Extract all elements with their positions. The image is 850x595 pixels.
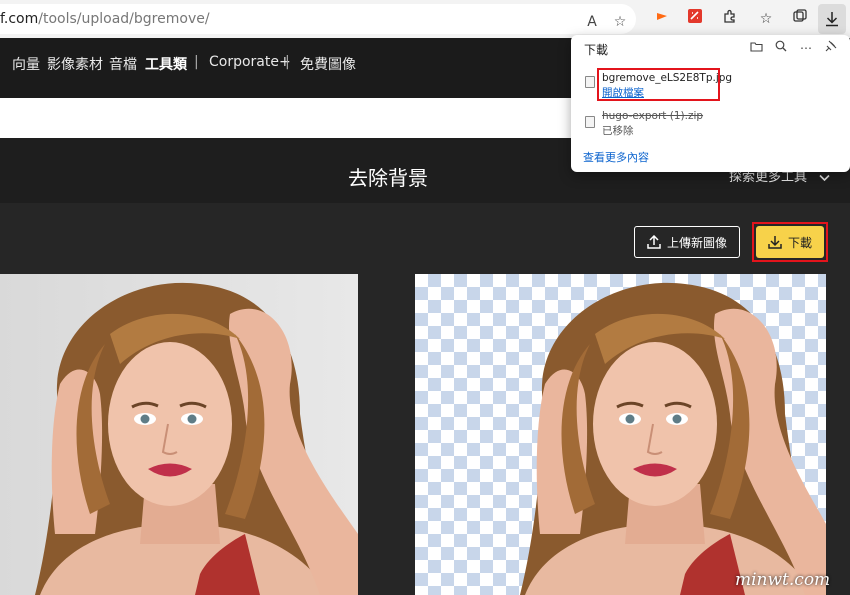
read-aloud-icon[interactable]: A (582, 12, 602, 32)
nav-free-images[interactable]: 免費圖像 (300, 54, 356, 74)
downloads-panel: 下載 ⋯ bgremove_eLS2E8Tp.jpg 開啟檔案 hugo-exp… (571, 35, 850, 172)
address-bar[interactable]: f.com/tools/upload/bgremove/ A ☆ (0, 4, 636, 34)
download-file-name[interactable]: hugo-export (1).zip (602, 110, 703, 122)
extensions-puzzle-icon[interactable] (719, 8, 741, 30)
file-icon (585, 76, 595, 88)
url-host: f.com (0, 11, 39, 27)
highlight-box (752, 222, 828, 262)
nav-audio[interactable]: 音檔 (109, 54, 137, 74)
upload-icon (647, 235, 661, 249)
nav-stock-images[interactable]: 影像素材 (47, 54, 103, 74)
more-options-icon[interactable]: ⋯ (796, 39, 816, 57)
browser-toolbar: f.com/tools/upload/bgremove/ A ☆ ☆ (0, 0, 850, 39)
original-image (0, 274, 358, 595)
downloads-panel-title: 下載 (584, 43, 609, 57)
portrait-original (0, 274, 358, 595)
nav-separator: | (285, 54, 290, 70)
extension-orange-icon[interactable] (651, 8, 673, 30)
nav-separator: | (194, 54, 199, 70)
collections-icon[interactable] (789, 8, 811, 30)
nav-tools[interactable]: 工具類 (145, 54, 187, 74)
downloads-button[interactable] (818, 4, 846, 34)
upload-label: 上傳新圖像 (666, 235, 727, 250)
chevron-down-icon (819, 174, 830, 181)
portrait-cutout (520, 282, 826, 595)
add-favorite-icon[interactable]: ☆ (610, 12, 630, 32)
favorites-icon[interactable]: ☆ (755, 8, 777, 30)
nav-vectors[interactable]: 向量 (12, 54, 40, 74)
url-text: f.com/tools/upload/bgremove/ (0, 11, 210, 27)
see-more-link[interactable]: 查看更多內容 (583, 149, 649, 165)
url-path: /tools/upload/bgremove/ (38, 11, 210, 27)
search-icon[interactable] (771, 39, 791, 57)
file-icon (585, 116, 595, 128)
extension-red-icon[interactable] (684, 8, 706, 30)
pin-icon[interactable] (821, 39, 841, 57)
upload-new-image-button[interactable]: 上傳新圖像 (634, 226, 740, 258)
open-folder-icon[interactable] (746, 39, 766, 57)
download-file-status: 已移除 (602, 125, 634, 137)
highlight-box (597, 68, 720, 101)
nav-corporate-plus[interactable]: Corporate+ (209, 54, 291, 70)
watermark: minwt.com (735, 570, 831, 590)
explore-more-label: 探索更多工具 (729, 170, 808, 185)
result-image (415, 274, 826, 595)
download-arrow-icon (826, 12, 838, 27)
